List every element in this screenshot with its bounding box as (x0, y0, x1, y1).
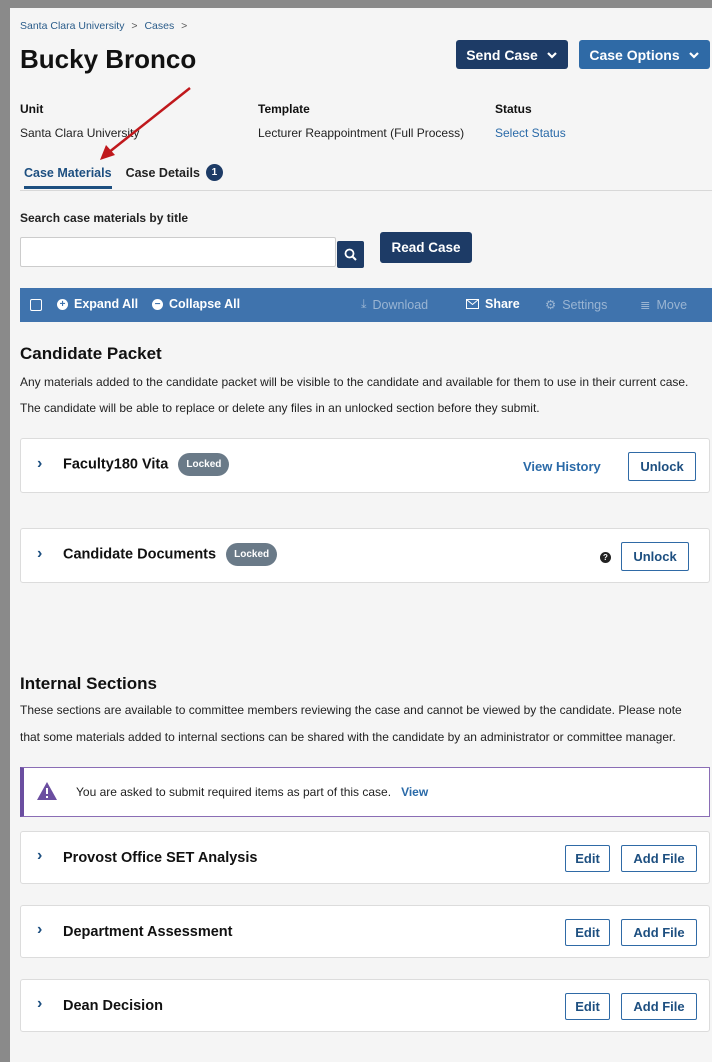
search-input[interactable] (20, 237, 336, 267)
search-icon (344, 248, 357, 261)
template-label: Template (258, 102, 310, 116)
candidate-packet-desc-1: Any materials added to the candidate pac… (20, 375, 689, 389)
chevron-right-icon[interactable]: › (37, 455, 42, 473)
breadcrumb: Santa Clara University > Cases > (20, 20, 191, 32)
add-file-button[interactable]: Add File (621, 845, 697, 872)
locked-badge: Locked (226, 543, 278, 566)
section-name: Candidate Documents (63, 546, 217, 563)
download-button[interactable]: ⤓ Download (361, 297, 428, 312)
checkbox-icon (30, 299, 42, 311)
locked-badge: Locked (178, 453, 230, 476)
case-tabs: Case Materials Case Details 1 (24, 164, 223, 190)
expand-all-label: Expand All (74, 297, 139, 311)
download-label: Download (372, 297, 429, 312)
materials-toolbar: + Expand All − Collapse All ⤓ Download S… (20, 288, 712, 322)
search-button[interactable] (337, 241, 364, 268)
section-card-department-assessment[interactable]: › Department Assessment Edit Add File (20, 905, 710, 958)
case-details-count-badge: 1 (205, 164, 223, 181)
unit-label: Unit (20, 102, 44, 116)
download-icon: ⤓ (361, 297, 367, 311)
edit-button[interactable]: Edit (565, 845, 610, 872)
read-case-button[interactable]: Read Case (380, 232, 472, 263)
alert-view-link[interactable]: View (401, 785, 428, 799)
gears-icon: ⚙ (545, 298, 557, 312)
tab-case-details[interactable]: Case Details 1 (126, 164, 223, 190)
chevron-down-icon (688, 51, 699, 59)
internal-sections-heading: Internal Sections (20, 674, 157, 693)
section-name: Department Assessment (63, 924, 233, 940)
help-icon[interactable]: ? (600, 552, 611, 563)
chevron-right-icon[interactable]: › (37, 545, 42, 563)
required-items-alert: You are asked to submit required items a… (20, 767, 710, 817)
share-button[interactable]: Share (466, 297, 520, 311)
case-page: Santa Clara University > Cases > Bucky B… (10, 8, 712, 1062)
case-options-label: Case Options (589, 46, 680, 63)
unlock-button[interactable]: Unlock (621, 542, 689, 571)
add-file-button[interactable]: Add File (621, 993, 697, 1020)
settings-button[interactable]: ⚙ Settings (545, 297, 608, 313)
search-label: Search case materials by title (20, 211, 189, 225)
status-label: Status (495, 102, 532, 116)
unit-value: Santa Clara University (20, 126, 140, 140)
section-card-provost-office-set-analysis[interactable]: › Provost Office SET Analysis Edit Add F… (20, 831, 710, 884)
edit-button[interactable]: Edit (565, 993, 610, 1020)
section-card-faculty180-vita[interactable]: › Faculty180 Vita Locked View History Un… (20, 438, 710, 493)
warning-icon (37, 782, 57, 800)
move-button[interactable]: ≣ Move (640, 297, 688, 313)
section-name: Faculty180 Vita (63, 456, 169, 473)
section-title: Candidate Documents Locked (63, 543, 278, 566)
alert-text: You are asked to submit required items a… (76, 785, 392, 799)
collapse-all-label: Collapse All (169, 297, 241, 311)
section-card-dean-decision[interactable]: › Dean Decision Edit Add File (20, 979, 710, 1032)
template-value: Lecturer Reappointment (Full Process) (258, 126, 465, 140)
breadcrumb-separator: > (131, 20, 138, 32)
internal-sections-desc-1: These sections are available to committe… (20, 703, 682, 717)
chevron-right-icon[interactable]: › (37, 995, 42, 1013)
breadcrumb-cases[interactable]: Cases (144, 20, 174, 32)
section-title: Faculty180 Vita Locked (63, 453, 230, 476)
move-label: Move (656, 297, 688, 312)
candidate-packet-desc-2: The candidate will be able to replace or… (20, 401, 540, 415)
page-title: Bucky Bronco (20, 44, 197, 74)
tab-case-materials[interactable]: Case Materials (24, 166, 112, 189)
edit-button[interactable]: Edit (565, 919, 610, 946)
collapse-all-button[interactable]: − Collapse All (152, 297, 240, 311)
internal-sections-desc-2: that some materials added to internal se… (20, 730, 676, 744)
select-status-link[interactable]: Select Status (495, 126, 566, 140)
chevron-down-icon (547, 51, 557, 59)
case-options-button[interactable]: Case Options (579, 40, 710, 69)
envelope-icon (466, 299, 479, 309)
share-label: Share (485, 297, 520, 311)
send-case-label: Send Case (466, 46, 538, 63)
send-case-button[interactable]: Send Case (456, 40, 568, 69)
select-all-checkbox[interactable] (30, 299, 42, 311)
breadcrumb-university[interactable]: Santa Clara University (20, 20, 124, 32)
section-name: Provost Office SET Analysis (63, 850, 258, 866)
chevron-right-icon[interactable]: › (37, 921, 42, 939)
chevron-right-icon[interactable]: › (37, 847, 42, 865)
minus-circle-icon: − (152, 298, 163, 310)
section-name: Dean Decision (63, 998, 163, 1014)
add-file-button[interactable]: Add File (621, 919, 697, 946)
move-icon: ≣ (640, 298, 651, 312)
plus-circle-icon: + (57, 298, 68, 310)
breadcrumb-separator: > (181, 20, 188, 32)
alert-message: You are asked to submit required items a… (76, 785, 428, 799)
expand-all-button[interactable]: + Expand All (57, 297, 138, 311)
tab-case-details-label: Case Details (125, 165, 200, 180)
settings-label: Settings (562, 297, 608, 312)
section-card-candidate-documents[interactable]: › Candidate Documents Locked ? Unlock (20, 528, 710, 583)
view-history-link[interactable]: View History (523, 459, 601, 474)
tabs-divider (20, 190, 712, 191)
candidate-packet-heading: Candidate Packet (20, 344, 162, 363)
unlock-button[interactable]: Unlock (628, 452, 696, 481)
